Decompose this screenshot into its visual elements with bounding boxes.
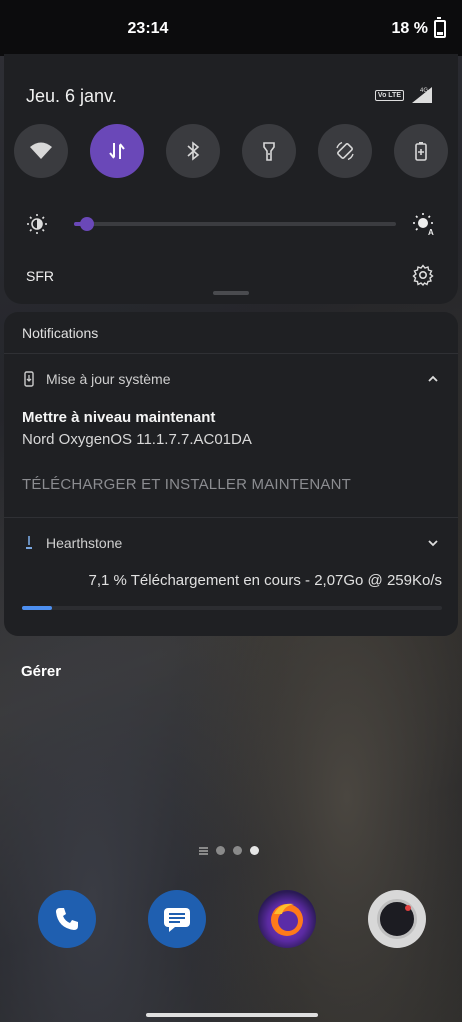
battery-indicator: 18 % [391,17,446,38]
download-status-text: 7,1 % Téléchargement en cours - 2,07Go @… [88,572,442,589]
divider [4,517,458,518]
network-type-label: 4G [420,88,428,94]
download-install-button[interactable]: TÉLÉCHARGER ET INSTALLER MAINTENANT [22,476,351,493]
flashlight-icon [263,142,275,161]
svg-text:A: A [428,228,434,236]
network-status: Vo LTE 4G [374,86,434,104]
hearthstone-header[interactable]: Hearthstone [22,535,440,551]
mobile-data-icon [109,143,125,159]
page-dot [233,846,242,855]
system-update-icon [24,371,34,387]
firefox-app[interactable] [258,890,316,948]
battery-percent: 18 % [391,20,428,37]
system-update-app-name: Mise à jour système [46,371,171,387]
auto-brightness-icon[interactable]: A [412,212,436,236]
chevron-up-icon[interactable] [426,372,440,386]
tile-flashlight[interactable] [242,124,296,178]
battery-saver-icon [415,142,427,161]
dock [38,890,426,948]
status-bar: 23:14 18 % [0,0,462,56]
page-indicator[interactable] [199,846,259,855]
date-label: Jeu. 6 janv. [26,86,117,106]
phone-app[interactable] [38,890,96,948]
tile-wifi[interactable] [14,124,68,178]
tile-bluetooth[interactable] [166,124,220,178]
download-progress-bar [22,606,442,610]
clock: 23:14 [127,20,169,37]
feed-page-icon [199,846,208,855]
system-update-subtitle: Nord OxygenOS 11.1.7.7.AC01DA [22,431,252,448]
tile-battery-saver[interactable] [394,124,448,178]
chevron-down-icon[interactable] [426,536,440,550]
hearthstone-app-name: Hearthstone [46,535,123,551]
notifications-panel: Notifications Mise à jour système Mettre… [4,312,458,636]
camera-app[interactable] [368,890,426,948]
quick-settings-panel: Jeu. 6 janv. Vo LTE 4G A SFR [4,54,458,304]
signal-icon: 4G [412,87,432,103]
brightness-thumb[interactable] [79,217,94,231]
tile-auto-rotate[interactable] [318,124,372,178]
messages-app[interactable] [148,890,206,948]
settings-gear-icon[interactable] [412,264,434,286]
volte-icon: Vo LTE [374,89,404,101]
system-update-title[interactable]: Mettre à niveau maintenant [22,409,215,426]
operator-label: SFR [26,268,54,284]
download-icon [26,536,32,549]
rotate-icon [336,141,354,161]
manage-button[interactable]: Gérer [21,663,61,680]
download-progress-fill [22,606,52,610]
tile-mobile-data[interactable] [90,124,144,178]
brightness-slider[interactable] [74,217,396,231]
messages-icon [164,908,190,932]
wifi-icon [30,142,52,159]
brightness-row: A [26,212,436,236]
notifications-header: Notifications [22,325,99,341]
brightness-low-icon [27,214,47,234]
bluetooth-icon [187,141,200,161]
quick-tiles [14,124,448,178]
page-dot-active [250,846,259,855]
panel-drag-handle[interactable] [213,291,249,295]
battery-icon [434,17,446,38]
page-dot [216,846,225,855]
home-gesture-bar[interactable] [146,1013,318,1017]
system-update-header[interactable]: Mise à jour système [22,371,440,387]
camera-icon [377,899,417,939]
firefox-icon [271,903,303,936]
divider [4,353,458,354]
phone-icon [56,908,78,930]
